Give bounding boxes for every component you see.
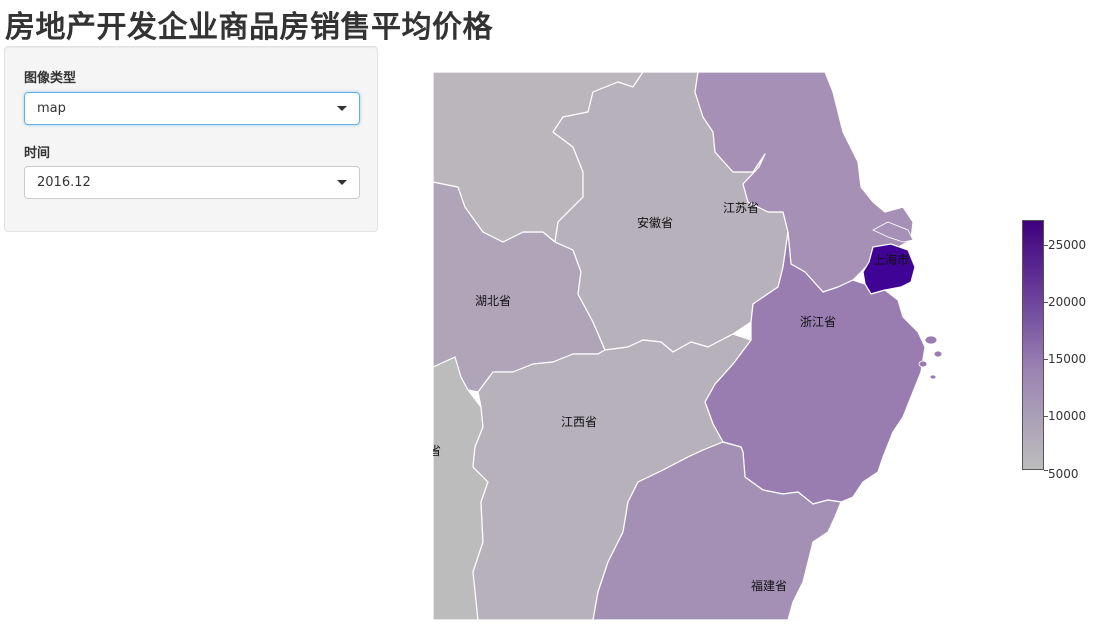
chart-type-select[interactable]: map (24, 92, 360, 125)
label-jiangsu: 江苏省 (723, 201, 759, 215)
label-hunan: 省 (433, 444, 441, 458)
label-hubei: 湖北省 (475, 293, 511, 308)
chart-type-value: map (37, 101, 66, 116)
chart-type-label: 图像类型 (24, 71, 77, 86)
legend-tick-label: 5000 (1048, 467, 1079, 481)
legend-tick-label: 15000 (1048, 352, 1087, 366)
chevron-down-icon (337, 106, 347, 111)
color-legend: 25000 20000 15000 10000 5000 (1022, 220, 1092, 481)
legend-tick-label: 25000 (1048, 238, 1087, 252)
label-anhui: 安徽省 (637, 215, 673, 230)
legend-tick-label: 10000 (1048, 409, 1087, 423)
map-canvas: 安徽省 江苏省 上海市 浙江省 湖北省 江西省 福建省 省 (433, 72, 943, 620)
time-label: 时间 (24, 146, 51, 161)
chevron-down-icon (337, 180, 347, 185)
label-zhejiang: 浙江省 (800, 315, 836, 329)
legend-tick-label: 20000 (1048, 295, 1087, 309)
label-fujian: 福建省 (751, 578, 787, 593)
time-value: 2016.12 (37, 175, 91, 190)
time-select[interactable]: 2016.12 (24, 166, 360, 199)
legend-gradient-bar (1022, 220, 1044, 470)
controls-panel: 图像类型 map 时间 2016.12 (4, 46, 378, 232)
page-title: 房地产开发企业商品房销售平均价格 (5, 10, 493, 45)
label-jiangxi: 江西省 (561, 415, 597, 429)
label-shanghai: 上海市 (873, 252, 909, 267)
province-map[interactable]: 安徽省 江苏省 上海市 浙江省 湖北省 江西省 福建省 省 (433, 72, 953, 620)
